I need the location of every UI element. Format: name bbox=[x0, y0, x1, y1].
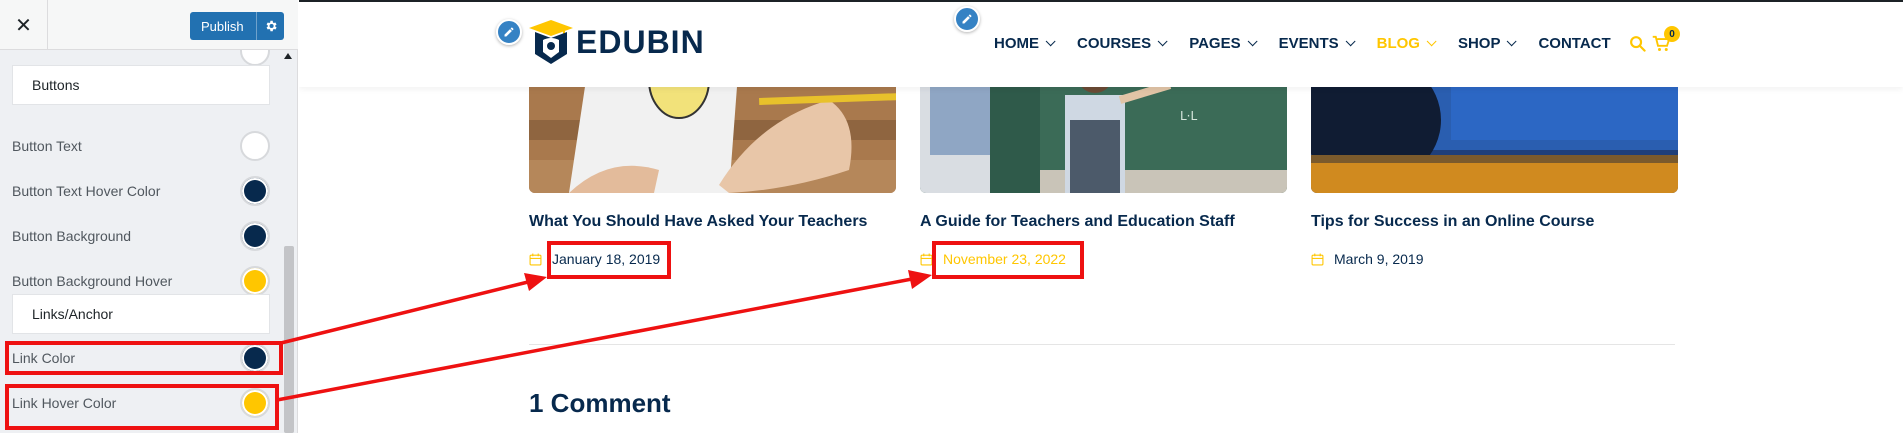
sidebar-scrollbar[interactable] bbox=[282, 50, 296, 433]
chevron-down-icon bbox=[1426, 36, 1437, 47]
screen: ✕ Publish Buttons Button Text Button Tex… bbox=[0, 0, 1903, 433]
calendar-icon bbox=[1311, 253, 1324, 265]
nav-item-contact[interactable]: CONTACT bbox=[1538, 35, 1610, 52]
section-title: Buttons bbox=[32, 77, 80, 93]
color-swatch[interactable] bbox=[240, 343, 270, 373]
nav-item-events[interactable]: EVENTS bbox=[1278, 35, 1356, 52]
color-swatch[interactable] bbox=[240, 266, 270, 296]
post-title-link[interactable]: What You Should Have Asked Your Teachers bbox=[529, 213, 867, 231]
nav-item-courses[interactable]: COURSES bbox=[1077, 35, 1168, 52]
post-date-text: March 9, 2019 bbox=[1334, 251, 1424, 267]
color-swatch[interactable] bbox=[240, 388, 270, 418]
edit-shortcut-menu[interactable] bbox=[954, 6, 980, 32]
post-title-link[interactable]: A Guide for Teachers and Education Staff bbox=[920, 213, 1235, 231]
color-swatch[interactable] bbox=[240, 131, 270, 161]
site-preview: L·L EDUBIN HOME COURSES PAGES EVENTS BLO… bbox=[299, 0, 1903, 433]
section-divider bbox=[529, 344, 1675, 345]
chevron-down-icon bbox=[1045, 36, 1056, 47]
nav-item-pages[interactable]: PAGES bbox=[1189, 35, 1258, 52]
post-date-text: January 18, 2019 bbox=[552, 251, 661, 267]
section-links-anchor: Links/Anchor bbox=[12, 294, 270, 334]
scroll-thumb[interactable] bbox=[284, 246, 294, 433]
control-label: Link Color bbox=[12, 350, 76, 366]
graduation-cap-logo-icon bbox=[529, 20, 573, 64]
control-label: Button Text bbox=[12, 138, 82, 154]
pencil-icon bbox=[962, 14, 972, 24]
svg-text:L·L: L·L bbox=[1180, 109, 1198, 123]
control-button-text-hover: Button Text Hover Color bbox=[12, 173, 270, 209]
main-nav: HOME COURSES PAGES EVENTS BLOG SHOP CONT… bbox=[994, 35, 1636, 52]
nav-label: PAGES bbox=[1189, 35, 1241, 52]
control-button-background: Button Background bbox=[12, 218, 270, 254]
color-swatch[interactable] bbox=[240, 176, 270, 206]
control-label: Link Hover Color bbox=[12, 395, 117, 411]
post-title-link[interactable]: Tips for Success in an Online Course bbox=[1311, 213, 1594, 231]
control-label: Button Background Hover bbox=[12, 273, 173, 289]
logo-text: EDUBIN bbox=[576, 24, 705, 60]
close-button[interactable]: ✕ bbox=[0, 0, 48, 50]
nav-item-home[interactable]: HOME bbox=[994, 35, 1056, 52]
search-icon[interactable] bbox=[1629, 35, 1646, 52]
calendar-icon bbox=[529, 253, 542, 265]
customizer-sidebar: ✕ Publish Buttons Button Text Button Tex… bbox=[0, 0, 298, 433]
cart-count-badge: 0 bbox=[1664, 26, 1680, 42]
control-link-hover-color: Link Hover Color bbox=[12, 385, 270, 421]
customizer-panel: Buttons Button Text Button Text Hover Co… bbox=[0, 50, 298, 433]
nav-label: EVENTS bbox=[1278, 35, 1339, 52]
control-label: Button Text Hover Color bbox=[12, 183, 161, 199]
gear-icon bbox=[266, 20, 277, 32]
section-title: Links/Anchor bbox=[32, 306, 113, 322]
chevron-down-icon bbox=[1157, 36, 1168, 47]
calendar-icon bbox=[920, 253, 933, 265]
close-icon: ✕ bbox=[15, 13, 32, 37]
pencil-icon bbox=[504, 27, 514, 37]
nav-item-blog[interactable]: BLOG bbox=[1376, 35, 1437, 52]
nav-label: COURSES bbox=[1077, 35, 1152, 52]
nav-label: HOME bbox=[994, 35, 1039, 52]
color-swatch-partial[interactable] bbox=[240, 50, 270, 66]
edit-shortcut-logo[interactable] bbox=[496, 19, 522, 45]
comments-heading: 1 Comment bbox=[529, 388, 671, 418]
nav-item-shop[interactable]: SHOP bbox=[1457, 35, 1518, 52]
section-buttons: Buttons bbox=[12, 65, 270, 105]
post-date-link[interactable]: January 18, 2019 bbox=[529, 251, 660, 267]
chevron-down-icon bbox=[1507, 36, 1518, 47]
chevron-down-icon bbox=[1345, 36, 1356, 47]
post-date-link[interactable]: March 9, 2019 bbox=[1311, 251, 1424, 267]
nav-label: CONTACT bbox=[1538, 35, 1611, 52]
control-link-color: Link Color bbox=[12, 340, 270, 376]
control-button-text: Button Text bbox=[12, 128, 270, 164]
color-swatch[interactable] bbox=[240, 221, 270, 251]
site-header: EDUBIN HOME COURSES PAGES EVENTS BLOG SH… bbox=[299, 2, 1903, 87]
post-date-link[interactable]: November 23, 2022 bbox=[920, 251, 1066, 267]
nav-label: SHOP bbox=[1457, 35, 1501, 52]
control-label: Button Background bbox=[12, 228, 132, 244]
publish-label: Publish bbox=[201, 18, 244, 34]
scroll-up-arrow-icon[interactable] bbox=[284, 53, 292, 59]
nav-label: BLOG bbox=[1376, 35, 1420, 52]
chevron-down-icon bbox=[1247, 36, 1258, 47]
customizer-header: ✕ Publish bbox=[0, 0, 298, 50]
publish-settings-button[interactable] bbox=[256, 12, 284, 40]
post-date-text: November 23, 2022 bbox=[943, 251, 1066, 267]
publish-button[interactable]: Publish bbox=[190, 12, 284, 40]
